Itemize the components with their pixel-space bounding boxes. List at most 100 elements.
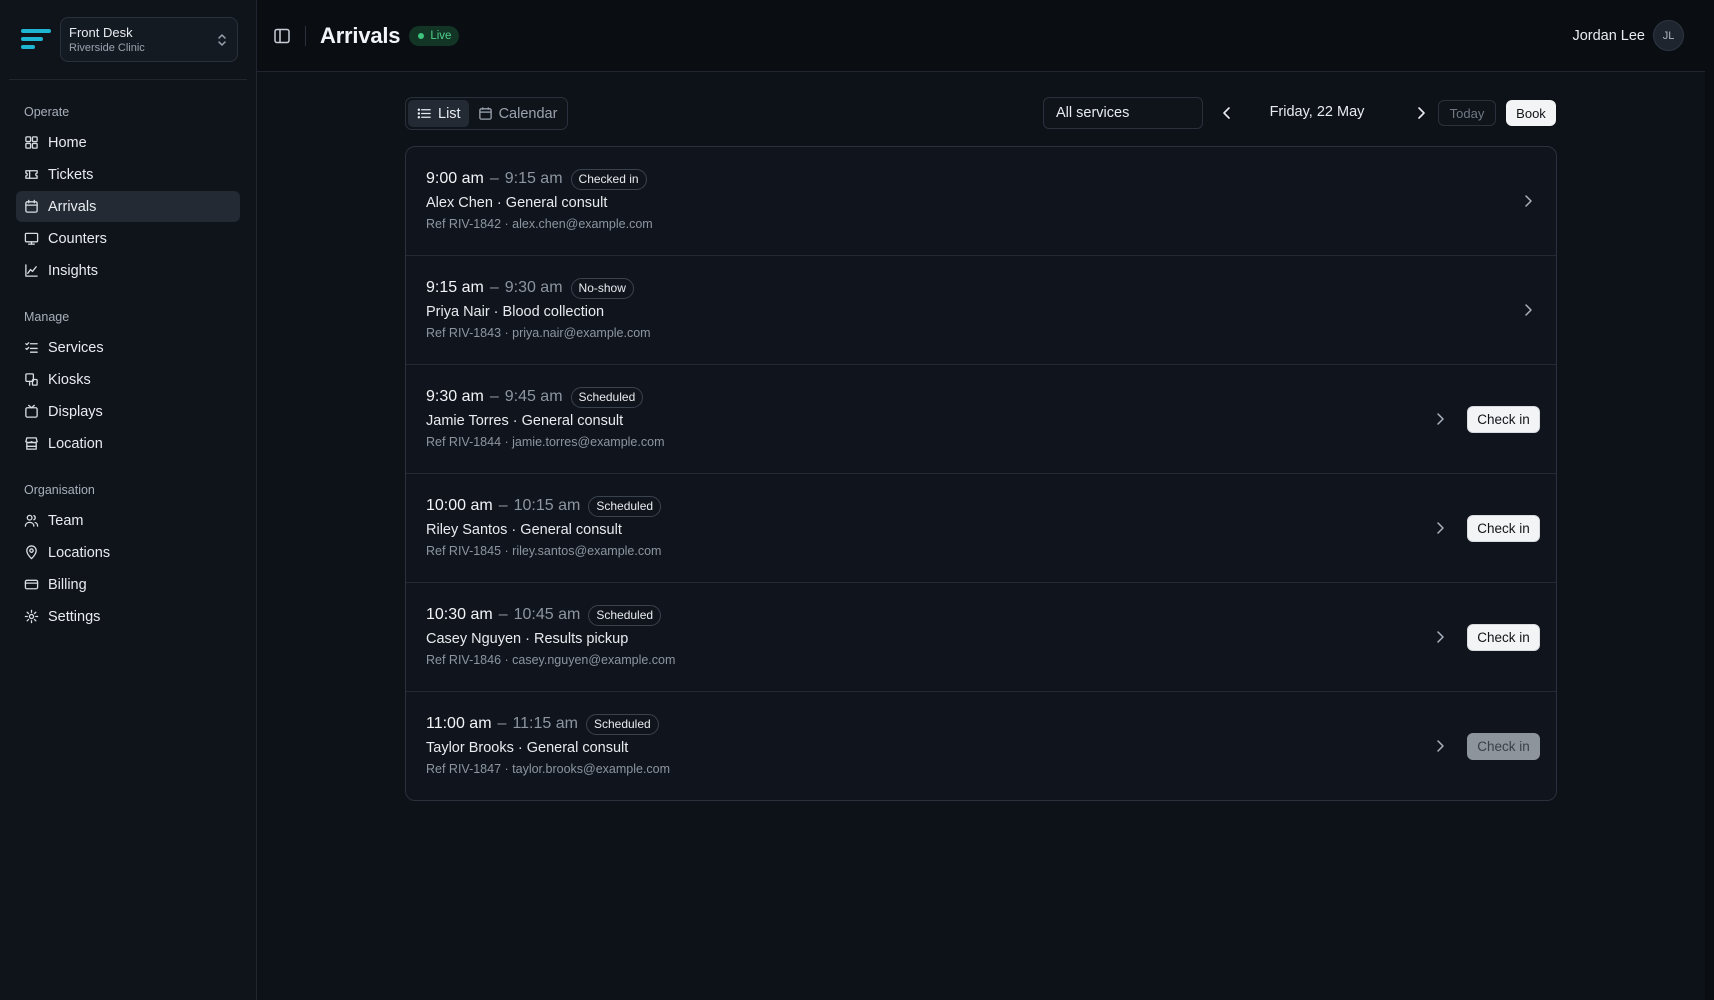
status-badge: No-show (570, 277, 634, 299)
sidebar-item-tickets[interactable]: Tickets (16, 159, 240, 190)
service-name: Blood collection (502, 304, 605, 320)
patient-name: Riley Santos (426, 522, 508, 538)
sidebar-item-locations[interactable]: Locations (16, 537, 240, 568)
appointment-row[interactable]: 11:00 am –11:15 am Scheduled Taylor Brooks … (406, 692, 1556, 800)
check-in-button[interactable]: Check in (1467, 515, 1540, 542)
check-in-button[interactable]: Check in (1467, 624, 1540, 651)
service-filter-select[interactable]: All services (1043, 97, 1203, 129)
sidebar-item-billing[interactable]: Billing (16, 569, 240, 600)
status-badge: Scheduled (588, 495, 662, 517)
sidebar-item-label: Counters (48, 230, 107, 247)
card-icon (24, 577, 39, 592)
appointment-row[interactable]: 9:00 am –9:15 am Checked in Alex Chen · Gen… (406, 147, 1556, 256)
appointment-meta: Ref RIV-1844 · jamie.torres@example.com (426, 435, 1536, 449)
list-view-label: List (438, 105, 461, 122)
appointment-row[interactable]: 10:00 am –10:15 am Scheduled Riley Santos ·… (406, 474, 1556, 583)
appointment-time-line: 9:30 am –9:45 am Scheduled (426, 386, 1536, 408)
nav-section-title: Organisation (24, 483, 95, 497)
chevron-right-icon[interactable] (1520, 193, 1536, 209)
time-separator: – (498, 497, 508, 514)
tv-icon (24, 404, 39, 419)
current-date: Friday, 22 May (1269, 104, 1365, 120)
separator-dot: · (501, 435, 513, 449)
chevron-right-icon[interactable] (1432, 629, 1448, 645)
appointment-row[interactable]: 9:30 am –9:45 am Scheduled Jamie Torres · G… (406, 365, 1556, 474)
sidebar-toggle-icon[interactable] (273, 27, 291, 45)
chevron-right-icon[interactable] (1432, 411, 1448, 427)
workspace-switcher[interactable]: Front Desk Riverside Clinic (60, 17, 238, 62)
sidebar-item-displays[interactable]: Displays (16, 396, 240, 427)
sidebar-item-services[interactable]: Services (16, 332, 240, 363)
status-badge: Scheduled (585, 713, 659, 735)
next-day-chevron-icon[interactable] (1412, 104, 1430, 122)
sidebar-item-kiosks[interactable]: Kiosks (16, 364, 240, 395)
reference: Ref RIV-1844 (426, 435, 502, 449)
calendar-view-label: Calendar (498, 105, 558, 122)
calendar-icon (24, 199, 39, 214)
end-time: 9:45 am (504, 388, 563, 405)
avatar[interactable]: JL (1653, 20, 1684, 51)
sidebar-nav: Operate Home Tickets Arrivals Counters Insigh… (0, 105, 256, 632)
chevron-right-icon[interactable] (1520, 302, 1536, 318)
book-button[interactable]: Book (1506, 100, 1556, 126)
reference: Ref RIV-1842 (426, 217, 502, 231)
chevron-right-icon[interactable] (1432, 738, 1448, 754)
list-check-icon (24, 340, 39, 355)
start-time: 9:30 am (426, 388, 484, 405)
pin-icon (24, 545, 39, 560)
today-button[interactable]: Today (1438, 100, 1496, 126)
time-separator: – (489, 279, 499, 296)
appointment-time-line: 10:00 am –10:15 am Scheduled (426, 495, 1536, 517)
list-view-button[interactable]: List (408, 100, 469, 127)
email: taylor.brooks@example.com (512, 762, 671, 776)
time-separator: – (497, 715, 507, 732)
sidebar-item-location[interactable]: Location (16, 428, 240, 459)
sidebar-item-label: Displays (48, 403, 103, 420)
users-icon (24, 513, 39, 528)
calendar-view-button[interactable]: Calendar (469, 100, 566, 127)
sidebar-item-home[interactable]: Home (16, 127, 240, 158)
sidebar-item-arrivals[interactable]: Arrivals (16, 191, 240, 222)
user-name: Jordan Lee (1572, 27, 1645, 44)
ticket-icon (24, 167, 39, 182)
chevron-right-icon[interactable] (1432, 520, 1448, 536)
separator-dot: · (507, 522, 521, 538)
sidebar-item-counters[interactable]: Counters (16, 223, 240, 254)
user-menu[interactable]: Jordan Lee JL (1572, 20, 1684, 51)
chart-icon (24, 263, 39, 278)
appointment-title: Jamie Torres · General consult (426, 413, 1536, 429)
reference: Ref RIV-1843 (426, 326, 502, 340)
store-icon (24, 436, 39, 451)
check-in-button[interactable]: Check in (1467, 406, 1540, 433)
sidebar-item-label: Team (48, 512, 84, 529)
sidebar-item-settings[interactable]: Settings (16, 601, 240, 632)
sidebar-item-label: Settings (48, 608, 101, 625)
email: priya.nair@example.com (512, 326, 651, 340)
separator-dot: · (501, 762, 513, 776)
arrivals-list: 9:00 am –9:15 am Checked in Alex Chen · Gen… (405, 146, 1557, 801)
home-icon (24, 135, 39, 150)
live-label: Live (430, 29, 452, 42)
end-time: 11:15 am (512, 715, 578, 732)
reference: Ref RIV-1845 (426, 544, 502, 558)
separator-dot: · (521, 631, 534, 647)
sidebar-item-label: Billing (48, 576, 87, 593)
appointment-title: Alex Chen · General consult (426, 195, 1536, 211)
separator-dot: · (489, 304, 503, 320)
sidebar-item-label: Insights (48, 262, 98, 279)
separator-dot: · (501, 653, 513, 667)
separator-dot: · (501, 326, 513, 340)
appointment-row[interactable]: 9:15 am –9:30 am No-show Priya Nair · Blood… (406, 256, 1556, 365)
separator-dot: · (492, 195, 506, 211)
sidebar-item-team[interactable]: Team (16, 505, 240, 536)
workspace-location: Riverside Clinic (69, 41, 145, 54)
check-in-button[interactable]: Check in (1467, 733, 1540, 760)
appointment-row[interactable]: 10:30 am –10:45 am Scheduled Casey Nguyen ·… (406, 583, 1556, 692)
view-toggle: List Calendar (405, 97, 569, 130)
sidebar-item-insights[interactable]: Insights (16, 255, 240, 286)
start-time: 9:00 am (426, 170, 484, 187)
divider (305, 25, 306, 46)
list-icon (417, 108, 431, 119)
chevrons-up-down-icon (218, 33, 226, 46)
appointment-title: Riley Santos · General consult (426, 522, 1536, 538)
